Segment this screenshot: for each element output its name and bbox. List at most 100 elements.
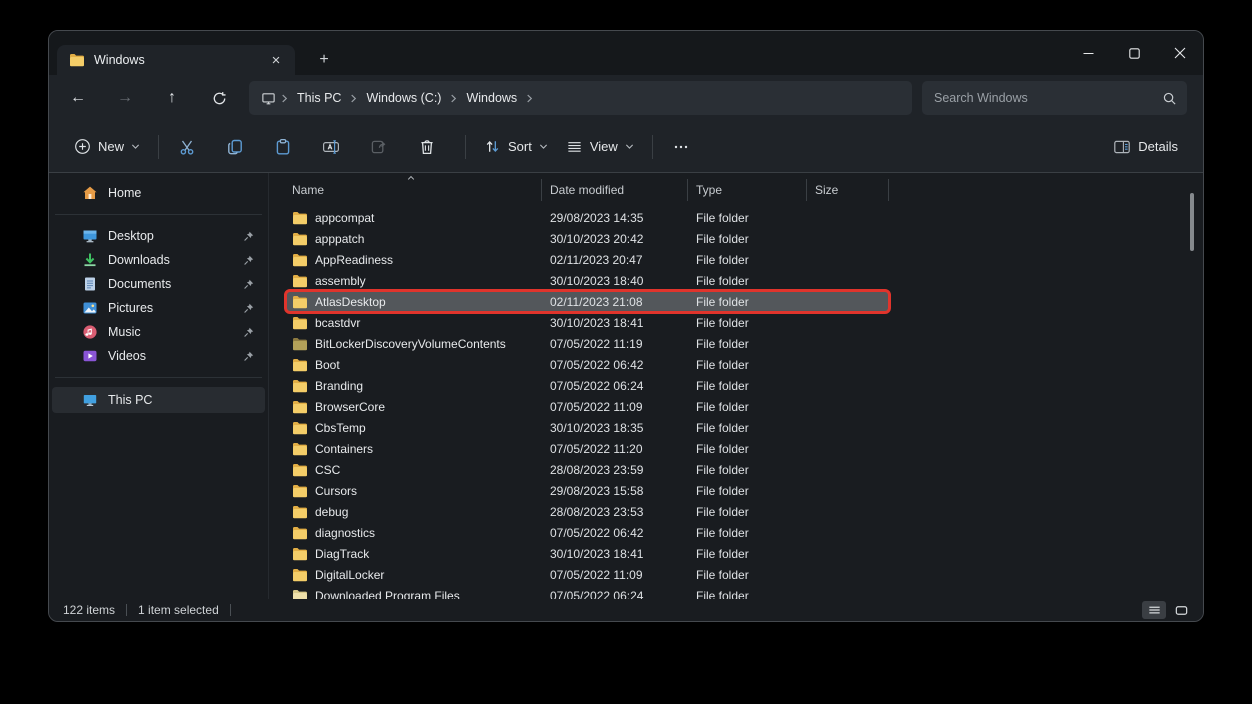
- sidebar-item-downloads[interactable]: Downloads: [52, 248, 265, 272]
- folder-icon: [292, 505, 308, 519]
- table-row-bitlockerdiscoveryvolumecontents[interactable]: BitLockerDiscoveryVolumeContents07/05/20…: [286, 333, 889, 354]
- file-rows: appcompat29/08/2023 14:35File folderappp…: [286, 207, 889, 606]
- sidebar-divider: [55, 377, 262, 378]
- folder-icon: [69, 53, 85, 67]
- file-name: DiagTrack: [315, 547, 369, 561]
- file-type: File folder: [688, 547, 807, 561]
- sidebar-item-desktop[interactable]: Desktop: [52, 224, 265, 248]
- date-modified: 30/10/2023 18:41: [542, 316, 688, 330]
- table-row-cursors[interactable]: Cursors29/08/2023 15:58File folder: [286, 480, 889, 501]
- table-row-csc[interactable]: CSC28/08/2023 23:59File folder: [286, 459, 889, 480]
- table-row-bcastdvr[interactable]: bcastdvr30/10/2023 18:41File folder: [286, 312, 889, 333]
- folder-icon: [292, 232, 308, 246]
- details-view-toggle[interactable]: [1142, 601, 1166, 619]
- table-row-cbstemp[interactable]: CbsTemp30/10/2023 18:35File folder: [286, 417, 889, 438]
- cut-button[interactable]: [168, 130, 206, 164]
- sidebar-item-label: Music: [108, 325, 232, 339]
- maximize-button[interactable]: [1111, 31, 1157, 75]
- folder-icon: [292, 400, 308, 414]
- date-modified: 29/08/2023 14:35: [542, 211, 688, 225]
- breadcrumb-item-windows-c-[interactable]: Windows (C:): [358, 91, 449, 105]
- details-button-label: Details: [1138, 139, 1178, 154]
- chevron-right-icon: [449, 94, 458, 103]
- rename-icon: [322, 138, 340, 156]
- minimize-button[interactable]: [1065, 31, 1111, 75]
- titlebar: Windows × +: [49, 31, 1203, 75]
- copy-button[interactable]: [216, 130, 254, 164]
- command-bar: New Sort View Details: [49, 121, 1203, 173]
- sidebar-item-pictures[interactable]: Pictures: [52, 296, 265, 320]
- view-button-label: View: [590, 139, 618, 154]
- circle-plus-icon: [74, 138, 91, 155]
- new-button[interactable]: New: [65, 130, 149, 164]
- delete-icon: [418, 138, 436, 156]
- rename-button[interactable]: [312, 130, 350, 164]
- sidebar-item-videos[interactable]: Videos: [52, 344, 265, 368]
- breadcrumb-item-windows[interactable]: Windows: [458, 91, 525, 105]
- date-modified: 30/10/2023 20:42: [542, 232, 688, 246]
- sidebar-item-music[interactable]: Music: [52, 320, 265, 344]
- refresh-button[interactable]: [202, 82, 236, 114]
- paste-button[interactable]: [264, 130, 302, 164]
- folder-icon: [292, 463, 308, 477]
- file-name: DigitalLocker: [315, 568, 384, 582]
- vertical-scrollbar[interactable]: [1190, 193, 1194, 251]
- table-row-assembly[interactable]: assembly30/10/2023 18:40File folder: [286, 270, 889, 291]
- folder-icon: [292, 547, 308, 561]
- table-row-diagtrack[interactable]: DiagTrack30/10/2023 18:41File folder: [286, 543, 889, 564]
- table-row-browsercore[interactable]: BrowserCore07/05/2022 11:09File folder: [286, 396, 889, 417]
- explorer-tab[interactable]: Windows ×: [57, 45, 295, 75]
- file-type: File folder: [688, 358, 807, 372]
- file-name: diagnostics: [315, 526, 375, 540]
- search-input[interactable]: [934, 91, 1162, 105]
- details-view-icon: [1147, 603, 1162, 618]
- table-row-containers[interactable]: Containers07/05/2022 11:20File folder: [286, 438, 889, 459]
- view-button[interactable]: View: [557, 130, 643, 164]
- sidebar-item-documents[interactable]: Documents: [52, 272, 265, 296]
- column-header-size[interactable]: Size: [807, 179, 889, 201]
- table-row-appreadiness[interactable]: AppReadiness02/11/2023 20:47File folder: [286, 249, 889, 270]
- file-name: CbsTemp: [315, 421, 366, 435]
- up-button[interactable]: ↑: [155, 82, 189, 114]
- item-count: 122 items: [63, 603, 115, 617]
- pin-icon: [242, 230, 255, 243]
- column-header-type[interactable]: Type: [688, 179, 807, 201]
- sidebar-divider: [55, 214, 262, 215]
- sidebar-item-home[interactable]: Home: [52, 181, 265, 205]
- back-button[interactable]: ←: [61, 82, 95, 114]
- column-header-name[interactable]: Name: [286, 179, 542, 201]
- folder-icon: [292, 379, 308, 393]
- details-pane-button[interactable]: Details: [1104, 130, 1187, 164]
- new-tab-button[interactable]: +: [311, 48, 337, 72]
- table-row-diagnostics[interactable]: diagnostics07/05/2022 06:42File folder: [286, 522, 889, 543]
- sort-button[interactable]: Sort: [475, 130, 557, 164]
- delete-button[interactable]: [408, 130, 446, 164]
- this-pc-icon: [261, 91, 276, 106]
- column-header-date-modified[interactable]: Date modified: [542, 179, 688, 201]
- date-modified: 07/05/2022 06:42: [542, 526, 688, 540]
- table-row-debug[interactable]: debug28/08/2023 23:53File folder: [286, 501, 889, 522]
- more-options-button[interactable]: [662, 130, 700, 164]
- share-button[interactable]: [360, 130, 398, 164]
- thumbnail-view-icon: [1174, 603, 1189, 618]
- table-row-appcompat[interactable]: appcompat29/08/2023 14:35File folder: [286, 207, 889, 228]
- sort-icon: [484, 138, 501, 155]
- table-row-atlasdesktop[interactable]: AtlasDesktop02/11/2023 21:08File folder: [286, 291, 889, 312]
- table-row-branding[interactable]: Branding07/05/2022 06:24File folder: [286, 375, 889, 396]
- thumbnail-view-toggle[interactable]: [1169, 601, 1193, 619]
- sidebar-item-label: Pictures: [108, 301, 232, 315]
- breadcrumb[interactable]: This PC Windows (C:) Windows: [249, 81, 912, 115]
- table-row-apppatch[interactable]: apppatch30/10/2023 20:42File folder: [286, 228, 889, 249]
- table-row-boot[interactable]: Boot07/05/2022 06:42File folder: [286, 354, 889, 375]
- search-icon[interactable]: [1162, 91, 1177, 106]
- breadcrumb-item-this-pc[interactable]: This PC: [289, 91, 349, 105]
- share-icon: [370, 138, 388, 156]
- file-type: File folder: [688, 421, 807, 435]
- close-button[interactable]: [1157, 31, 1203, 75]
- tab-close-icon[interactable]: ×: [265, 49, 287, 71]
- file-name: Branding: [315, 379, 363, 393]
- table-row-digitallocker[interactable]: DigitalLocker07/05/2022 11:09File folder: [286, 564, 889, 585]
- forward-button[interactable]: →: [108, 82, 142, 114]
- sidebar-item-this-pc[interactable]: This PC: [52, 387, 265, 413]
- sidebar-item-label: Home: [108, 186, 255, 200]
